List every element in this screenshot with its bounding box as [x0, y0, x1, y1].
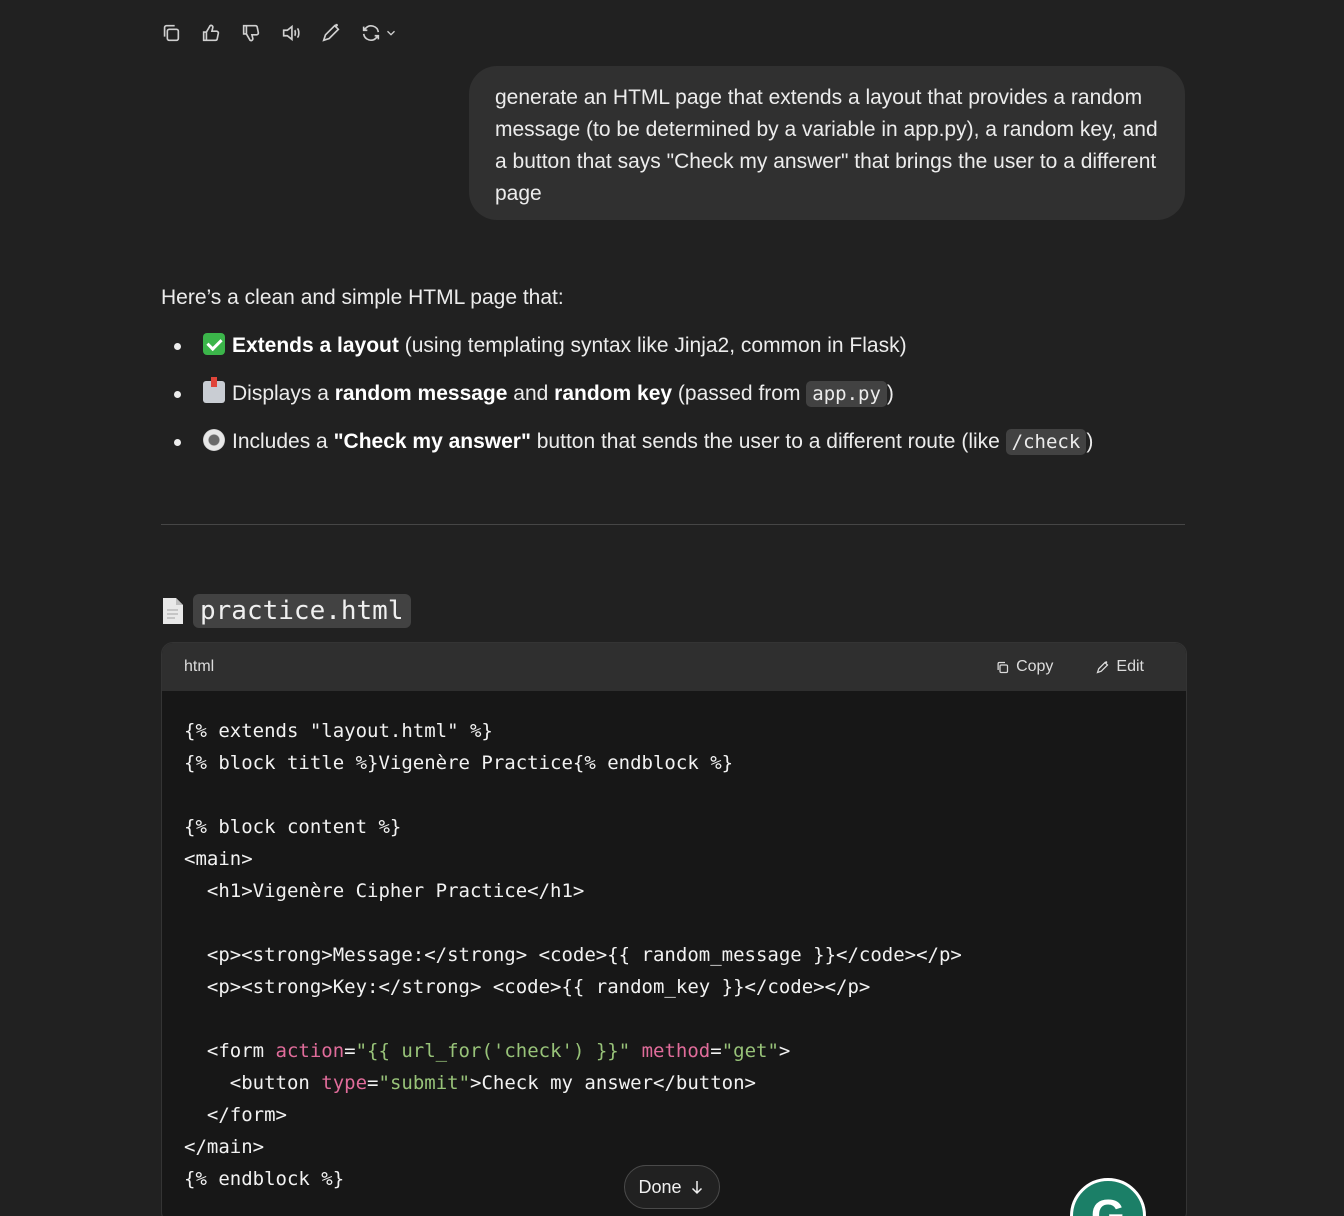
code-line-button: <button type="submit">Check my answer</b… — [184, 1067, 1164, 1099]
code-token: = — [367, 1072, 379, 1094]
code-line: </form> — [184, 1104, 287, 1126]
code-line: <p><strong>Message:</strong> <code>{{ ra… — [184, 944, 962, 966]
list-item: Displays a random message and random key… — [161, 377, 1093, 426]
bold-text: Extends a layout — [232, 334, 399, 357]
code-block: html Copy Edit {% extends "layout.html" … — [161, 642, 1187, 1216]
inline-code: app.py — [806, 381, 887, 407]
inbox-tray-emoji — [203, 377, 225, 403]
thumbs-down-icon[interactable] — [240, 18, 280, 48]
message-actions — [160, 18, 410, 48]
copy-icon — [997, 661, 1009, 673]
code-block-header: html Copy Edit — [162, 643, 1186, 691]
code-line: <p><strong>Key:</strong> <code>{{ random… — [184, 976, 871, 998]
code-string: "get" — [721, 1040, 779, 1062]
code-string: "{{ url_for('check') }}" — [355, 1040, 631, 1062]
code-attr: type — [321, 1072, 368, 1094]
list-item: Extends a layout (using templating synta… — [161, 330, 1093, 378]
code-token: > — [778, 1040, 791, 1062]
code-token: <form — [184, 1040, 276, 1062]
chevron-down-icon — [387, 30, 395, 36]
list-text: button that sends the user to a differen… — [530, 430, 1006, 453]
code-token: <button — [184, 1072, 322, 1094]
copy-icon[interactable] — [160, 18, 200, 48]
code-token: = — [344, 1040, 356, 1062]
divider — [161, 524, 1185, 525]
code-token: = — [710, 1040, 722, 1062]
list-text: ) — [886, 382, 894, 405]
code-line: <main> — [184, 848, 253, 870]
copy-code-label: Copy — [1016, 658, 1054, 675]
arrow-down-icon — [691, 1181, 702, 1195]
code-string: "submit" — [378, 1072, 471, 1094]
regenerate-icon[interactable] — [360, 18, 410, 48]
list-text: ) — [1086, 430, 1094, 453]
code-language: html — [184, 658, 215, 675]
file-heading: practice.html — [161, 594, 411, 628]
grammarly-letter: G — [1090, 1191, 1126, 1216]
list-text: (passed from — [672, 382, 807, 405]
edit-code-label: Edit — [1116, 658, 1144, 675]
code-line-form: <form action="{{ url_for('check') }}" me… — [184, 1035, 1164, 1067]
edit-icon — [1096, 660, 1109, 673]
copy-code-button[interactable]: Copy — [995, 658, 1053, 676]
file-name: practice.html — [193, 594, 411, 628]
code-line: {% block content %} — [184, 816, 402, 838]
bold-text: "Check my answer" — [333, 430, 531, 453]
list-text: and — [507, 382, 555, 405]
bold-text: random key — [554, 382, 673, 405]
bold-text: random message — [334, 382, 508, 405]
user-message-bubble: generate an HTML page that extends a lay… — [469, 66, 1185, 220]
feature-list: Extends a layout (using templating synta… — [161, 330, 1093, 474]
list-text: Includes a — [232, 430, 334, 453]
check-mark-emoji — [203, 333, 225, 355]
code-line: <h1>Vigenère Cipher Practice</h1> — [184, 880, 585, 902]
list-text: (using templating syntax like Jinja2, co… — [398, 334, 907, 357]
done-button[interactable]: Done — [624, 1165, 720, 1209]
done-label: Done — [638, 1176, 682, 1197]
code-token: >Check my answer</button> — [470, 1072, 756, 1094]
thumbs-up-icon[interactable] — [200, 18, 240, 48]
radio-button-emoji — [203, 429, 225, 451]
code-line: {% extends "layout.html" %} — [184, 720, 493, 742]
assistant-intro: Here’s a clean and simple HTML page that… — [161, 286, 564, 309]
chat-page: generate an HTML page that extends a lay… — [0, 0, 1344, 1216]
document-icon — [161, 597, 183, 625]
edit-code-button[interactable]: Edit — [1095, 658, 1144, 676]
code-attr: action — [275, 1040, 345, 1062]
code-content: {% extends "layout.html" %} {% block titl… — [162, 691, 1186, 1216]
edit-icon[interactable] — [320, 18, 360, 48]
inline-code: /check — [1005, 429, 1087, 455]
list-text: Displays a — [232, 382, 335, 405]
code-attr: method — [641, 1040, 711, 1062]
read-aloud-icon[interactable] — [280, 18, 320, 48]
list-item: Includes a "Check my answer" button that… — [161, 426, 1093, 474]
code-line: {% block title %}Vigenère Practice{% end… — [184, 752, 734, 774]
code-line: </main> — [184, 1136, 265, 1158]
